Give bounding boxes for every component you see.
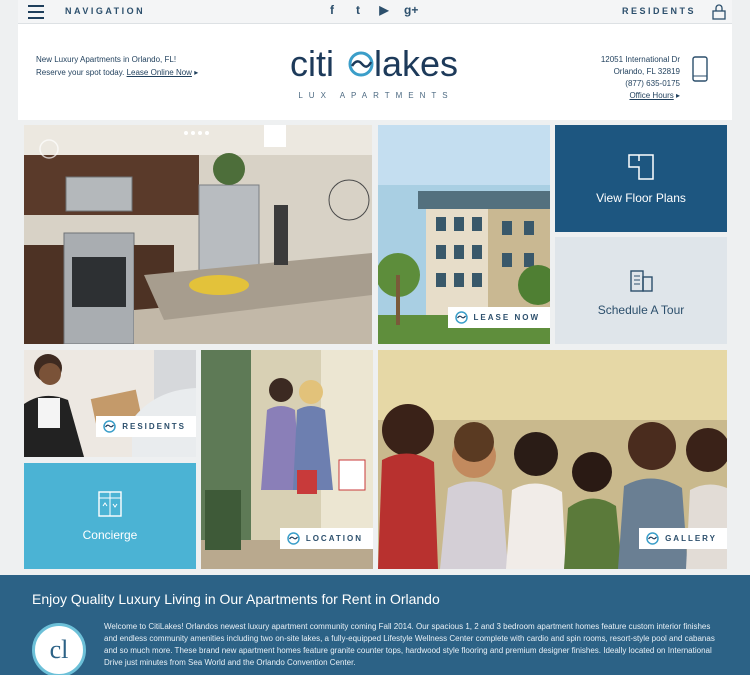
swirl-icon <box>103 420 116 433</box>
hamburger-menu-icon[interactable] <box>28 5 44 19</box>
lease-now-label: LEASE NOW <box>473 313 540 322</box>
social-links: f t ▶ g+ <box>326 3 418 17</box>
swirl-icon <box>454 311 468 324</box>
gallery-label: GALLERY <box>665 534 717 543</box>
concierge-tile[interactable]: Concierge <box>24 463 196 569</box>
gallery-tile[interactable]: GALLERY <box>378 350 727 569</box>
building-icon <box>630 269 653 292</box>
view-floor-plans-tile[interactable]: View Floor Plans <box>555 125 727 232</box>
phone-icon[interactable] <box>692 56 708 82</box>
google-plus-icon[interactable]: g+ <box>404 3 418 17</box>
slider-dots[interactable] <box>184 131 209 135</box>
phone-number[interactable]: (877) 635-0175 <box>601 78 680 90</box>
facebook-icon[interactable]: f <box>326 3 338 17</box>
office-hours-link[interactable]: Office Hours <box>629 91 673 100</box>
location-button[interactable]: LOCATION <box>279 528 373 549</box>
elevator-icon <box>98 491 122 517</box>
contact-info: 12051 International Dr Orlando, FL 32819… <box>601 54 680 102</box>
lease-online-link[interactable]: Lease Online Now <box>127 68 192 77</box>
site-header: New Luxury Apartments in Orlando, FL! Re… <box>18 24 732 120</box>
kitchen-photo-slider[interactable] <box>24 125 372 344</box>
citilakes-logo[interactable]: citi lakes LUX APARTMENTS <box>290 42 462 100</box>
residents-link[interactable]: RESIDENTS <box>622 6 696 16</box>
schedule-tour-tile[interactable]: Schedule A Tour <box>555 237 727 344</box>
kitchen-image <box>24 125 372 344</box>
badge-monogram: cl <box>49 635 69 664</box>
gallery-button[interactable]: GALLERY <box>639 528 727 549</box>
twitter-icon[interactable]: t <box>352 3 364 17</box>
lease-now-button[interactable]: LEASE NOW <box>447 307 550 328</box>
welcome-section: Enjoy Quality Luxury Living in Our Apart… <box>0 575 750 675</box>
residents-tile[interactable]: RESIDENTS <box>24 350 196 457</box>
residents-tile-label: RESIDENTS <box>122 422 186 431</box>
logo-wordmark: citi lakes <box>290 43 458 84</box>
citilakes-badge-logo: cl <box>32 623 86 675</box>
promo-line-2: Reserve your spot today. <box>36 68 125 77</box>
schedule-tour-label: Schedule A Tour <box>597 302 685 317</box>
arrow-right-icon: ▸ <box>194 68 199 77</box>
residents-button[interactable]: RESIDENTS <box>96 416 196 437</box>
arrow-right-icon: ▸ <box>673 91 680 100</box>
location-label: LOCATION <box>305 534 363 543</box>
logo-subtitle: LUX APARTMENTS <box>298 91 454 100</box>
youtube-icon[interactable]: ▶ <box>378 3 390 17</box>
svg-text:lakes: lakes <box>374 43 458 84</box>
swirl-icon <box>646 532 659 545</box>
concierge-label: Concierge <box>82 528 138 542</box>
promo-text: New Luxury Apartments in Orlando, FL! Re… <box>36 53 198 79</box>
address-line-2: Orlando, FL 32819 <box>613 67 680 76</box>
lease-now-tile[interactable]: LEASE NOW <box>378 125 550 344</box>
view-floor-plans-label: View Floor Plans <box>596 190 686 205</box>
residents-image <box>24 350 196 457</box>
welcome-paragraph: Welcome to CitiLakes! Orlandos newest lu… <box>104 622 715 667</box>
welcome-heading: Enjoy Quality Luxury Living in Our Apart… <box>32 591 440 607</box>
promo-line-1: New Luxury Apartments in Orlando, FL! <box>36 55 177 64</box>
floor-plan-icon <box>628 153 654 180</box>
top-navigation-bar: NAVIGATION f t ▶ g+ RESIDENTS <box>18 0 732 24</box>
address-line-1: 12051 International Dr <box>600 55 680 64</box>
location-tile[interactable]: LOCATION <box>201 350 373 569</box>
navigation-label[interactable]: NAVIGATION <box>65 6 145 16</box>
svg-text:citi: citi <box>290 43 334 84</box>
lock-icon[interactable] <box>712 4 726 20</box>
swirl-icon <box>287 532 300 545</box>
